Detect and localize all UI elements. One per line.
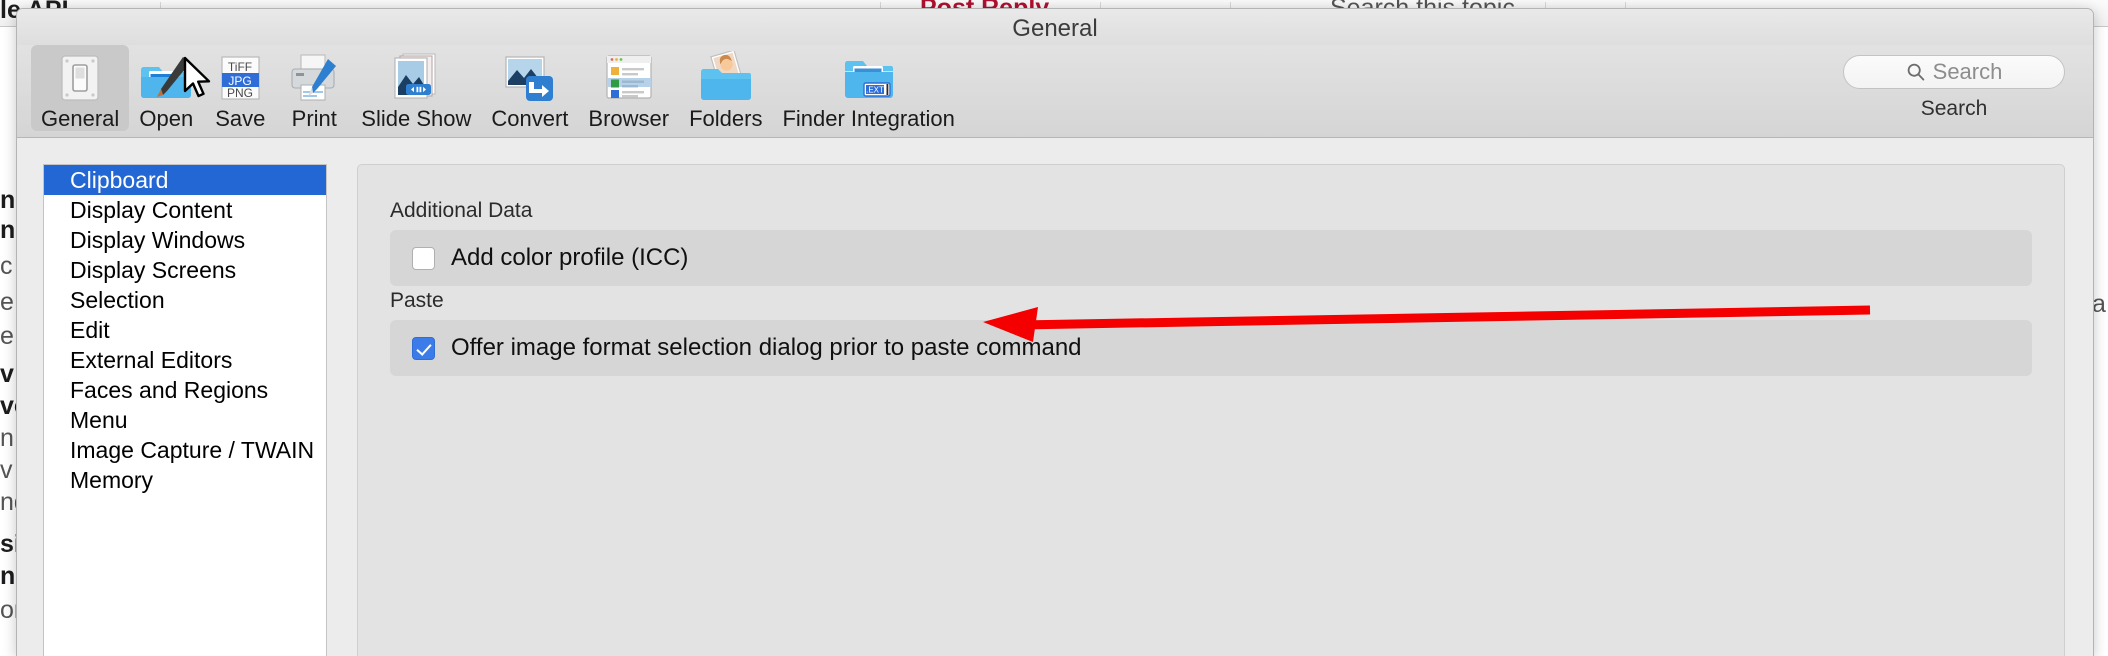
background-text-fragment: v <box>0 360 14 388</box>
search-icon <box>1907 63 1924 81</box>
checkbox-offer-image-format-dialog[interactable] <box>412 336 435 360</box>
group-title-additional-data: Additional Data <box>390 199 533 222</box>
toolbar-item-label: General <box>41 106 120 131</box>
sidebar-item-label: Display Content <box>70 197 233 223</box>
group-paste: Paste Offer image format selection dialo… <box>390 289 2032 376</box>
sidebar-item-memory[interactable]: Memory <box>44 465 326 495</box>
svg-text:PNG: PNG <box>227 86 253 100</box>
toolbar-item-label: Print <box>291 106 337 131</box>
toolbar-item-save[interactable]: TiFF JPG PNG Save <box>203 45 277 131</box>
toolbar-item-label: Slide Show <box>361 106 472 131</box>
preferences-toolbar: General Open TiFF JPG PNG Save Print Sli… <box>17 45 2093 138</box>
folder-brush-icon <box>139 51 193 105</box>
printer-icon <box>287 51 341 105</box>
search-field[interactable]: Search <box>1843 55 2065 89</box>
additional-data-box: Add color profile (ICC) <box>390 230 2032 286</box>
window-titlebar: General <box>17 9 2093 45</box>
background-text-fragment: a <box>2092 290 2106 318</box>
sidebar-item-label: Memory <box>70 467 154 493</box>
sidebar-item-display-content[interactable]: Display Content <box>44 195 326 225</box>
toolbar-item-label: Browser <box>588 106 670 131</box>
checkbox-label-offer-image-format-dialog: Offer image format selection dialog prio… <box>451 334 1082 361</box>
search-caption: Search <box>1920 97 1988 120</box>
background-text-fragment: v <box>0 456 13 484</box>
toolbar-item-finder-integration[interactable]: .EXT Finder Integration <box>772 45 964 131</box>
group-additional-data: Additional Data Add color profile (ICC) <box>390 199 2032 286</box>
preferences-content-panel: Additional Data Add color profile (ICC) … <box>357 164 2065 656</box>
sidebar-item-display-screens[interactable]: Display Screens <box>44 255 326 285</box>
sidebar-item-label: Edit <box>70 317 110 343</box>
toolbar-item-label: Open <box>139 106 194 131</box>
toolbar-search-area: Search Search <box>1843 55 2065 121</box>
paste-box: Offer image format selection dialog prio… <box>390 320 2032 376</box>
background-text-fragment: n <box>0 424 14 452</box>
folder-photos-icon <box>699 49 753 105</box>
sidebar-item-display-windows[interactable]: Display Windows <box>44 225 326 255</box>
toolbar-item-browser[interactable]: Browser <box>578 45 679 131</box>
toolbar-item-convert[interactable]: Convert <box>481 45 578 131</box>
sidebar-item-edit[interactable]: Edit <box>44 315 326 345</box>
slideshow-icon <box>389 51 443 105</box>
svg-text:TiFF: TiFF <box>228 60 252 74</box>
screenshot-root: le APInniceevvonvndsingonPost ReplySearc… <box>0 0 2108 656</box>
switch-icon <box>53 51 107 105</box>
sidebar-item-faces-and-regions[interactable]: Faces and Regions <box>44 375 326 405</box>
folder-ext-icon: .EXT <box>842 51 896 105</box>
toolbar-item-general[interactable]: General <box>31 45 130 131</box>
preferences-sidebar[interactable]: Clipboard Display Content Display Windows D… <box>43 164 327 656</box>
toolbar-item-print[interactable]: Print <box>277 45 351 131</box>
sidebar-item-label: Selection <box>70 287 165 313</box>
sidebar-item-label: Display Screens <box>70 257 237 283</box>
toolbar-items: General Open TiFF JPG PNG Save Print Sli… <box>31 45 965 137</box>
sidebar-item-selection[interactable]: Selection <box>44 285 326 315</box>
group-title-paste: Paste <box>390 289 444 312</box>
toolbar-item-label: Convert <box>491 106 569 131</box>
preferences-window: General General Open TiFF JPG PNG Save P… <box>16 8 2094 656</box>
toolbar-item-label: Save <box>215 106 266 131</box>
sidebar-item-image-capture-twain[interactable]: Image Capture / TWAIN <box>44 435 326 465</box>
convert-arrow-icon <box>503 51 557 105</box>
file-format-icon: TiFF JPG PNG <box>213 51 267 105</box>
sidebar-item-menu[interactable]: Menu <box>44 405 326 435</box>
toolbar-item-slide-show[interactable]: Slide Show <box>351 45 481 131</box>
checkbox-add-color-profile[interactable] <box>412 246 435 270</box>
sidebar-item-label: Display Windows <box>70 227 246 253</box>
sidebar-item-label: Clipboard <box>70 167 169 193</box>
sidebar-item-clipboard[interactable]: Clipboard <box>44 165 326 195</box>
toolbar-item-folders[interactable]: Folders <box>679 45 772 131</box>
svg-text:.EXT: .EXT <box>866 86 884 95</box>
background-text-fragment: c <box>0 252 13 280</box>
window-title: General <box>1012 15 1098 42</box>
sidebar-item-label: Faces and Regions <box>70 377 269 403</box>
toolbar-item-label: Folders <box>689 106 763 131</box>
background-text-fragment: e <box>0 288 14 316</box>
preferences-body: Clipboard Display Content Display Windows D… <box>17 138 2093 656</box>
background-text-fragment: e <box>0 322 14 350</box>
background-text-fragment: n <box>0 186 16 214</box>
toolbar-item-open[interactable]: Open <box>129 45 203 131</box>
sidebar-item-label: Menu <box>70 407 128 433</box>
sidebar-item-external-editors[interactable]: External Editors <box>44 345 326 375</box>
toolbar-item-label: Finder Integration <box>782 106 955 131</box>
search-placeholder: Search <box>1932 59 2003 84</box>
browser-window-icon <box>602 51 656 105</box>
sidebar-item-label: Image Capture / TWAIN <box>70 437 315 463</box>
sidebar-item-label: External Editors <box>70 347 233 373</box>
checkbox-label-add-color-profile: Add color profile (ICC) <box>451 244 689 271</box>
